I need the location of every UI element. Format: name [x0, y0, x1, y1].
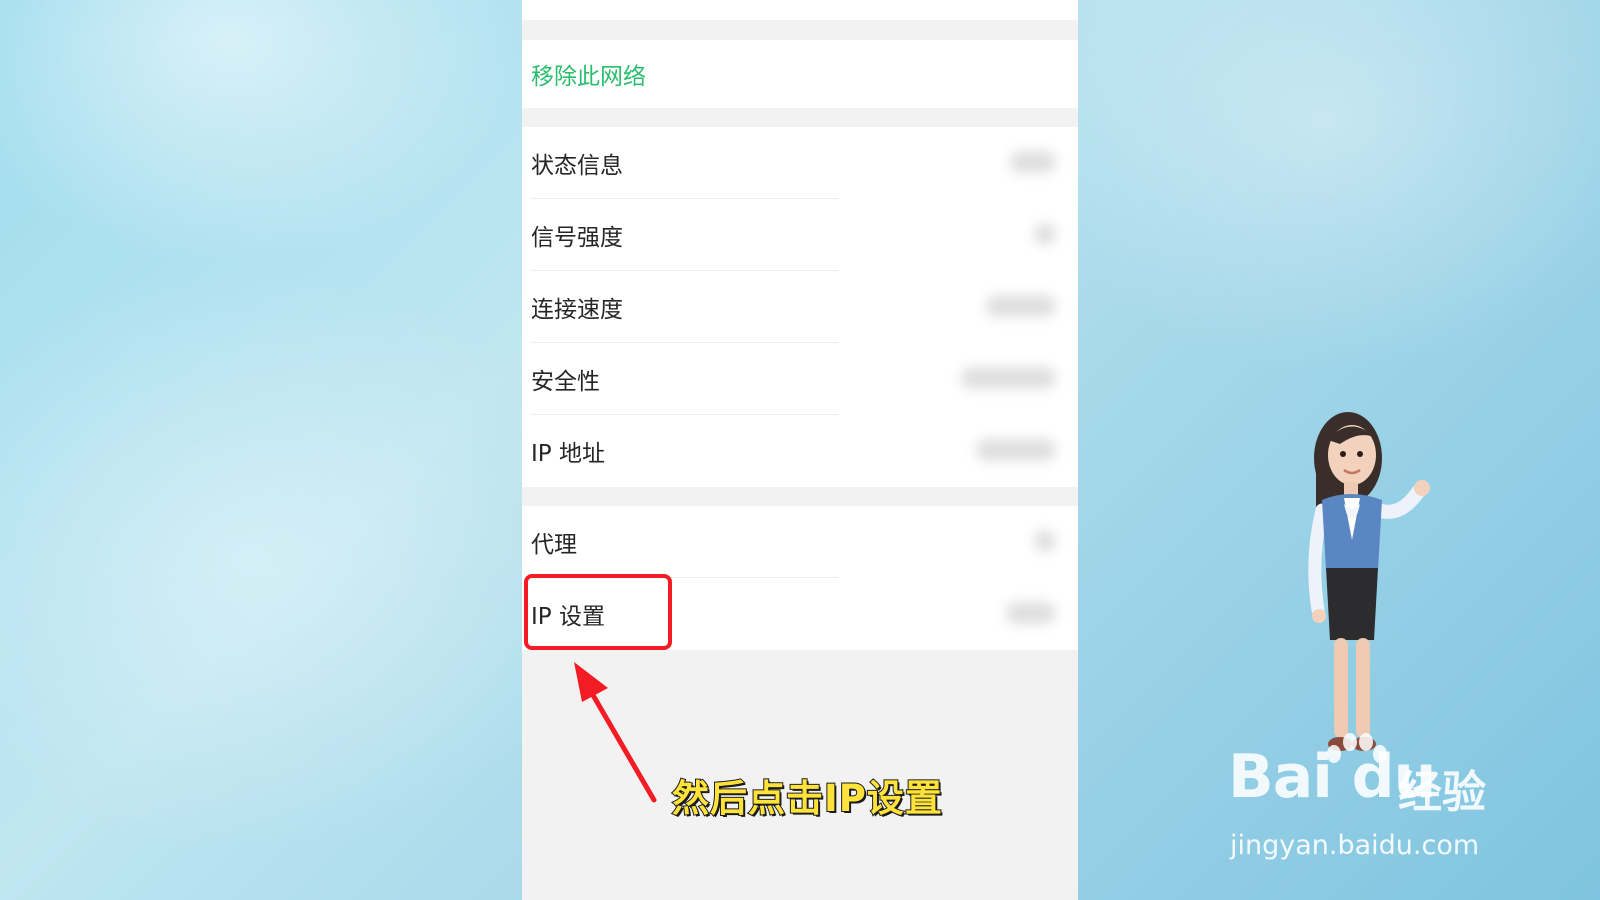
row-status-info[interactable]: 状态信息 [522, 127, 1078, 199]
security-value-blurred [961, 367, 1056, 389]
row-security[interactable]: 安全性 [522, 343, 1078, 415]
signal-strength-label: 信号强度 [531, 225, 623, 251]
ip-settings-highlight-box [524, 574, 672, 650]
ip-settings-value-blurred [1006, 602, 1056, 624]
pointer-arrow-icon [574, 662, 657, 803]
security-label: 安全性 [531, 369, 600, 395]
row-connection-speed[interactable]: 连接速度 [522, 271, 1078, 343]
remove-network-button[interactable]: 移除此网络 [522, 40, 1078, 108]
top-strip [522, 0, 1078, 20]
presenter-avatar [1308, 412, 1430, 751]
proxy-value-blurred [1034, 530, 1056, 552]
connection-speed-value-blurred [986, 295, 1056, 317]
remove-network-label: 移除此网络 [531, 64, 646, 90]
row-ip-address[interactable]: IP 地址 [522, 415, 1078, 487]
connection-speed-label: 连接速度 [531, 297, 623, 323]
baidu-watermark: Bai du 经验 jingyan.baidu.com [1228, 730, 1558, 880]
baidu-paw-icon [1327, 733, 1387, 763]
status-info-label: 状态信息 [531, 153, 623, 179]
row-signal-strength[interactable]: 信号强度 [522, 199, 1078, 271]
ip-address-label: IP 地址 [531, 441, 605, 467]
baidu-jingyan-text: 经验 [1398, 767, 1486, 818]
status-info-value-blurred [1010, 151, 1056, 173]
signal-strength-value-blurred [1034, 223, 1056, 245]
instruction-caption: 然后点击IP设置 [671, 776, 943, 821]
row-proxy[interactable]: 代理 [522, 506, 1078, 578]
baidu-url-text: jingyan.baidu.com [1230, 830, 1480, 861]
proxy-label: 代理 [531, 532, 577, 558]
ip-address-value-blurred [976, 439, 1056, 461]
